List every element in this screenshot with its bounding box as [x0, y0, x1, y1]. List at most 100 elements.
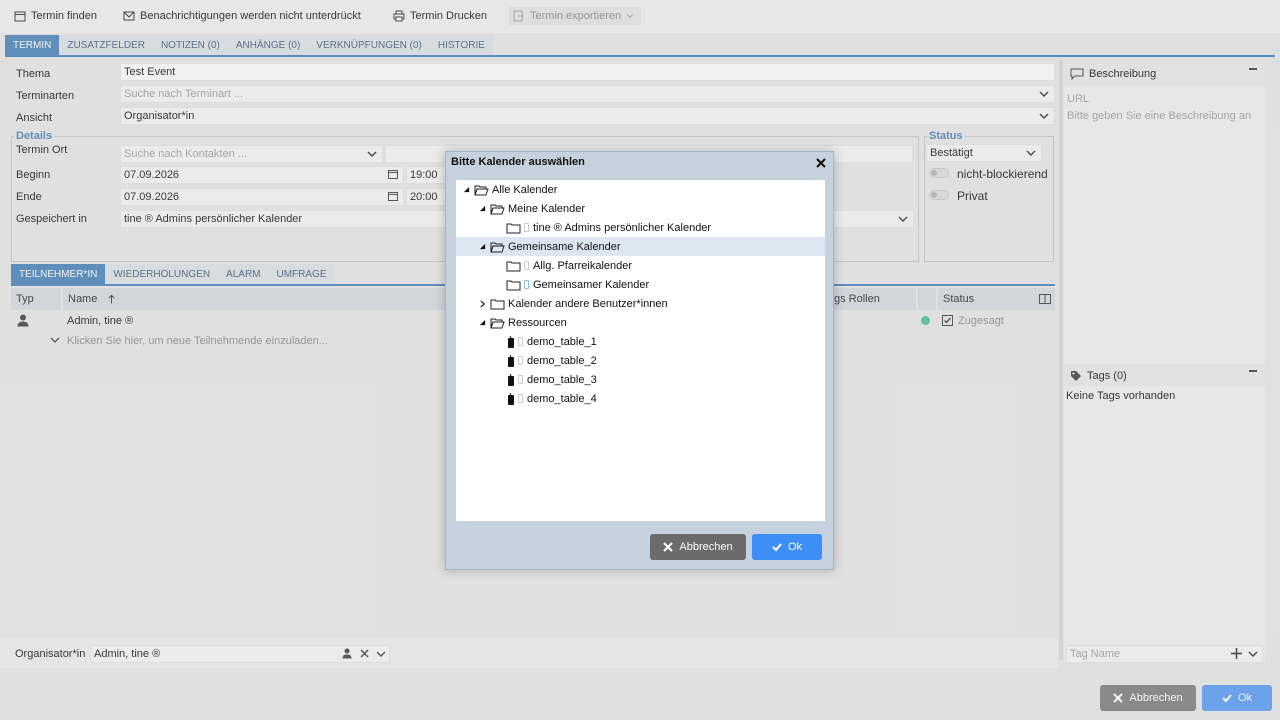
nonblocking-toggle[interactable]	[929, 168, 949, 178]
close-icon	[1113, 693, 1124, 703]
dialog-ok-label: Ok	[787, 541, 803, 553]
ende-time-input[interactable]: 20:00	[406, 188, 446, 206]
plus-icon[interactable]	[1231, 648, 1242, 659]
tree-node-resource-3[interactable]: demo_table_3	[456, 370, 825, 389]
tree-node-label: Alle Kalender	[492, 183, 558, 196]
chevron-down-icon[interactable]	[367, 149, 377, 159]
tree-node-pfarrei[interactable]: Allg. Pfarreikalender	[456, 256, 825, 275]
beginn-date-input[interactable]: 07.09.2026	[120, 166, 404, 184]
beschreibung-title: Beschreibung	[1089, 68, 1157, 80]
print-label: Termin Drucken	[410, 10, 488, 22]
col-name[interactable]: Name	[63, 288, 445, 310]
folder-icon	[506, 280, 521, 290]
tab-termin[interactable]: TERMIN	[5, 35, 60, 55]
tree-node-personal[interactable]: tine ® Admins persönlicher Kalender	[456, 218, 825, 237]
print-button[interactable]: Termin Drucken	[393, 7, 487, 25]
tab-zusatzfelder[interactable]: ZUSATZFELDER	[59, 35, 153, 55]
main-ok-button[interactable]: Ok	[1202, 685, 1272, 711]
ende-date-input[interactable]: 07.09.2026	[120, 188, 404, 206]
tab-verknuepfungen[interactable]: VERKNÜPFUNGEN (0)	[308, 35, 430, 55]
chevron-down-icon[interactable]	[1039, 111, 1049, 121]
collapsed-arrow-icon[interactable]	[477, 299, 487, 309]
tab-alarm[interactable]: ALARM	[218, 264, 269, 284]
col-rollen[interactable]: gs Rollen	[834, 288, 916, 310]
folder-open-icon	[490, 242, 505, 252]
chevron-down-icon[interactable]	[1026, 148, 1036, 158]
splitter[interactable]	[1059, 60, 1063, 660]
expanded-arrow-icon[interactable]	[477, 204, 487, 214]
collapse-icon[interactable]	[1249, 370, 1257, 372]
tree-node-resource-1[interactable]: demo_table_1	[456, 332, 825, 351]
expanded-arrow-icon[interactable]	[477, 318, 487, 328]
tree-node-label: demo_table_3	[527, 373, 597, 386]
chevron-down-icon[interactable]	[1039, 89, 1049, 99]
beginn-date-value: 07.09.2026	[124, 169, 180, 181]
notifications-button[interactable]: Benachrichtigungen werden nicht unterdrü…	[123, 7, 361, 25]
status-legend: Status	[927, 130, 965, 142]
dialog-ok-button[interactable]: Ok	[752, 534, 822, 560]
user-icon[interactable]	[342, 648, 352, 659]
tree-node-resources[interactable]: Ressourcen	[456, 313, 825, 332]
invite-hint[interactable]: Klicken Sie hier, um neue Teilnehmende e…	[67, 335, 328, 347]
terminarten-input[interactable]: Suche nach Terminart ...	[120, 85, 1055, 103]
find-appointment-button[interactable]: Termin finden	[14, 7, 97, 25]
collapse-icon[interactable]	[1249, 68, 1257, 70]
col-typ[interactable]: Typ	[11, 288, 61, 310]
calendar-icon[interactable]	[388, 169, 398, 179]
tree-node-all[interactable]: Alle Kalender	[456, 180, 825, 199]
status-select[interactable]: Bestätigt	[926, 144, 1042, 162]
tab-umfrage[interactable]: UMFRAGE	[268, 264, 335, 284]
tab-notizen[interactable]: NOTIZEN (0)	[152, 35, 228, 55]
calendar-color-swatch	[518, 337, 523, 346]
chevron-down-icon[interactable]	[1248, 650, 1258, 658]
folder-icon	[506, 261, 521, 271]
tree-node-other-users[interactable]: Kalender andere Benutzer*innen	[456, 294, 825, 313]
description-placeholder: Bitte geben Sie eine Beschreibung an	[1067, 110, 1252, 122]
ort-input[interactable]: Suche nach Kontakten ...	[120, 145, 383, 163]
tree-node-my[interactable]: Meine Kalender	[456, 199, 825, 218]
checkbox-checked-icon[interactable]	[942, 315, 953, 326]
organisator-value: Admin, tine ®	[94, 648, 161, 660]
tree-node-shared[interactable]: Gemeinsame Kalender	[456, 237, 825, 256]
tab-historie[interactable]: HISTORIE	[429, 35, 493, 55]
chevron-down-icon[interactable]	[376, 650, 386, 658]
tab-teilnehmer[interactable]: TEILNEHMER*IN	[11, 264, 106, 284]
gespeichert-label: Gespeichert in	[16, 213, 87, 225]
close-icon[interactable]	[815, 157, 827, 169]
chevron-down-icon[interactable]	[50, 336, 60, 344]
resource-icon	[508, 335, 514, 348]
dialog-cancel-button[interactable]: Abbrechen	[650, 534, 746, 560]
col-state[interactable]	[918, 288, 936, 310]
export-button[interactable]: Termin exportieren	[509, 7, 641, 25]
chevron-down-icon[interactable]	[898, 214, 908, 224]
thema-input[interactable]: Test Event	[120, 63, 1055, 81]
calendar-icon[interactable]	[388, 191, 398, 201]
dialog-cancel-label: Abbrechen	[679, 541, 733, 553]
main-cancel-label: Abbrechen	[1129, 692, 1183, 704]
tags-panel-header[interactable]: Tags (0)	[1064, 366, 1265, 386]
expanded-arrow-icon[interactable]	[461, 185, 471, 195]
tree-node-label: Allg. Pfarreikalender	[533, 259, 633, 272]
col-name-label: Name	[68, 293, 98, 305]
attendee-name: Admin, tine ®	[67, 315, 134, 327]
col-status[interactable]: Status	[938, 288, 1036, 310]
ort-label: Termin Ort	[16, 144, 68, 156]
tab-wiederholungen[interactable]: WIEDERHOLUNGEN	[105, 264, 219, 284]
tab-anhaenge[interactable]: ANHÄNGE (0)	[227, 35, 309, 55]
main-cancel-button[interactable]: Abbrechen	[1100, 685, 1196, 711]
description-area[interactable]: URL Bitte geben Sie eine Beschreibung an	[1064, 86, 1265, 364]
terminarten-placeholder: Suche nach Terminart ...	[124, 88, 244, 100]
beginn-time-input[interactable]: 19:00	[406, 166, 446, 184]
ansicht-select[interactable]: Organisator*in	[120, 107, 1055, 125]
column-chooser[interactable]	[1036, 288, 1055, 310]
resource-icon	[508, 373, 514, 386]
check-icon	[772, 543, 782, 552]
beschreibung-panel-header[interactable]: Beschreibung	[1064, 64, 1265, 84]
clear-icon[interactable]	[360, 649, 369, 658]
tree-node-resource-4[interactable]: demo_table_4	[456, 389, 825, 408]
tree-node-common[interactable]: Gemeinsamer Kalender	[456, 275, 825, 294]
private-toggle[interactable]	[929, 190, 949, 200]
expanded-arrow-icon[interactable]	[477, 242, 487, 252]
folder-icon	[490, 299, 505, 309]
tree-node-resource-2[interactable]: demo_table_2	[456, 351, 825, 370]
